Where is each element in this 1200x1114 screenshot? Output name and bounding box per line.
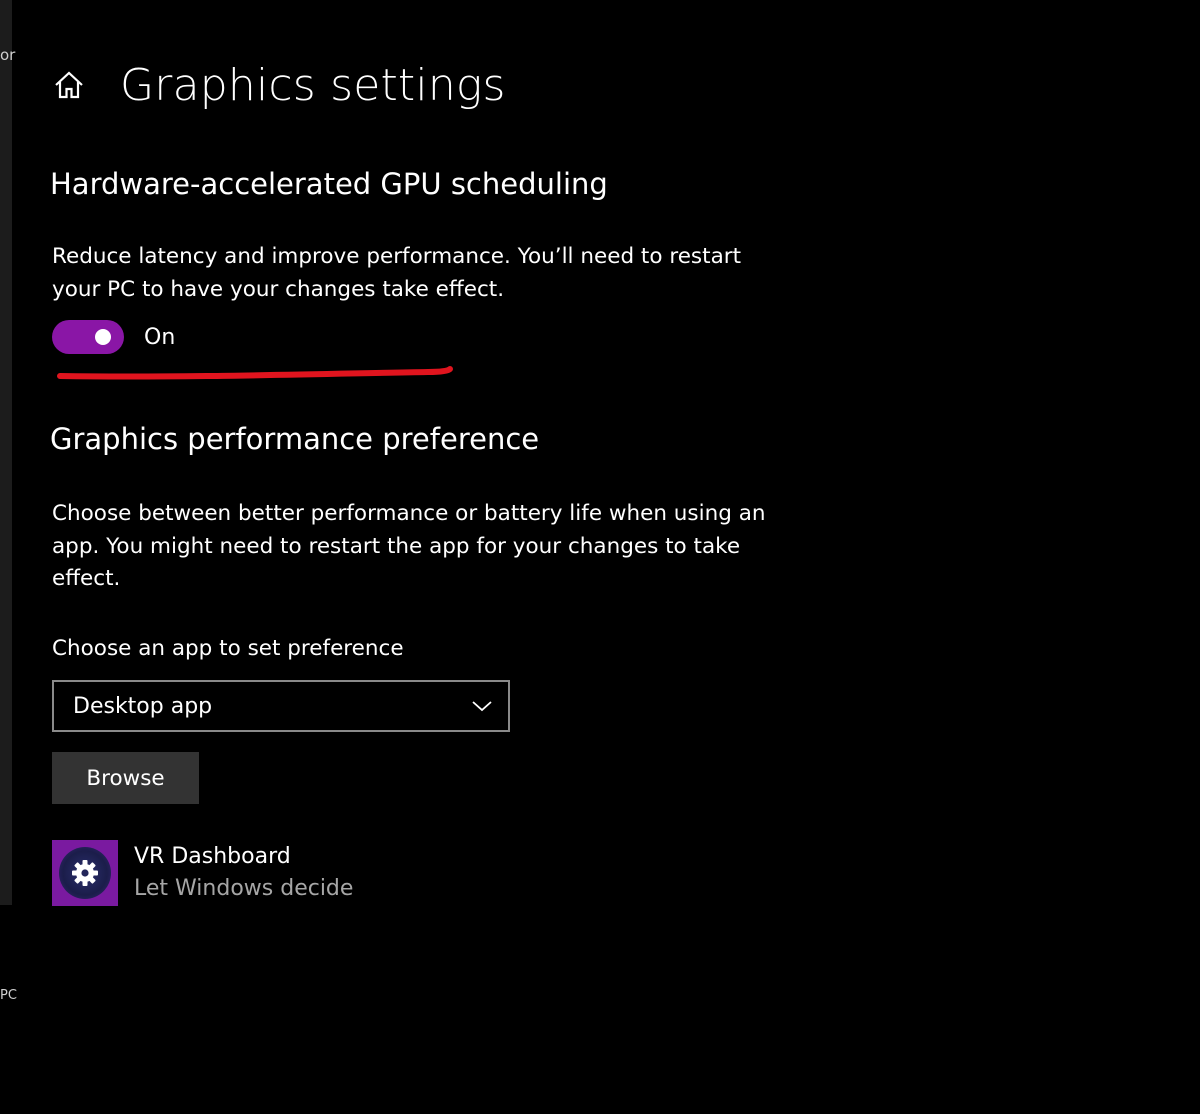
chevron-down-icon (470, 694, 494, 718)
edge-text-fragment-bottom: PC (0, 988, 17, 1003)
performance-preference-heading: Graphics performance preference (50, 422, 540, 456)
red-underline-annotation (57, 366, 453, 380)
gpu-scheduling-heading: Hardware-accelerated GPU scheduling (50, 167, 608, 201)
page-header: Graphics settings (52, 55, 506, 115)
gear-icon (72, 860, 98, 886)
performance-preference-description: Choose between better performance or bat… (52, 501, 766, 591)
app-list-item[interactable]: VR Dashboard Let Windows decide (52, 840, 353, 906)
app-name: VR Dashboard (134, 844, 291, 869)
toggle-knob (95, 329, 111, 345)
toggle-state-label: On (144, 324, 176, 350)
gpu-scheduling-toggle[interactable] (52, 320, 124, 354)
gpu-scheduling-toggle-row: On (52, 320, 175, 354)
home-icon[interactable] (52, 68, 86, 102)
edge-text-fragment-top: or (0, 46, 16, 64)
left-window-edge (0, 0, 12, 905)
browse-button[interactable]: Browse (52, 752, 199, 804)
app-type-dropdown-value: Desktop app (73, 693, 213, 719)
left-window-edge-lower (0, 905, 12, 1114)
app-preference: Let Windows decide (134, 876, 354, 901)
app-select-label: Choose an app to set preference (52, 636, 404, 661)
app-icon (52, 840, 118, 906)
page-title: Graphics settings (120, 59, 506, 111)
gpu-scheduling-description: Reduce latency and improve performance. … (52, 244, 742, 302)
app-type-dropdown[interactable]: Desktop app (52, 680, 510, 732)
app-text: VR Dashboard Let Windows decide (134, 842, 353, 906)
